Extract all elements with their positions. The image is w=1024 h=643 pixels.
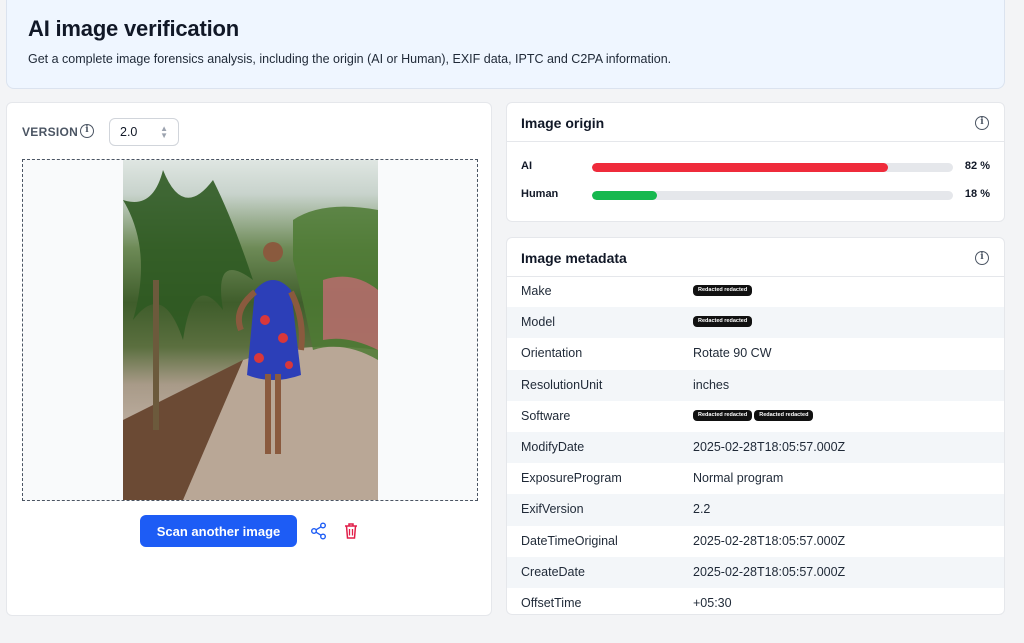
metadata-value: Redacted redacted bbox=[693, 315, 753, 329]
metadata-value: 2025-02-28T18:05:57.000Z bbox=[693, 533, 846, 548]
metadata-value: 2025-02-28T18:05:57.000Z bbox=[693, 439, 846, 454]
origin-row-human: Human 18 % bbox=[521, 187, 990, 203]
image-dropzone[interactable] bbox=[22, 159, 478, 501]
info-icon[interactable]: i bbox=[975, 251, 989, 265]
image-origin-card: Image origin i AI 82 % Human 18 % bbox=[506, 102, 1005, 222]
metadata-key: Model bbox=[521, 315, 556, 330]
metadata-key: ModifyDate bbox=[521, 439, 585, 454]
redacted-badge: Redacted redacted bbox=[693, 316, 753, 328]
metadata-key: DateTimeOriginal bbox=[521, 533, 618, 548]
metadata-value: Normal program bbox=[693, 471, 784, 486]
image-metadata-card: Image metadata i Make Redacted redacted Mo… bbox=[506, 237, 1005, 615]
version-label: VERSION bbox=[22, 125, 79, 139]
scan-another-image-button[interactable]: Scan another image bbox=[140, 515, 297, 547]
metadata-row: ResolutionUnit inches bbox=[507, 369, 1004, 401]
origin-bar-fill bbox=[592, 191, 657, 200]
metadata-row: ExposureProgram Normal program bbox=[507, 463, 1004, 494]
divider bbox=[507, 141, 1004, 142]
metadata-key: OffsetTime bbox=[521, 595, 582, 610]
info-icon[interactable]: i bbox=[80, 124, 94, 138]
origin-bar-track bbox=[592, 191, 953, 200]
page-subtitle: Get a complete image forensics analysis,… bbox=[28, 52, 672, 66]
metadata-row: CreateDate 2025-02-28T18:05:57.000Z bbox=[507, 556, 1004, 588]
metadata-key: ExifVersion bbox=[521, 502, 584, 517]
version-select[interactable]: 2.0 ▲ ▼ bbox=[109, 118, 179, 146]
metadata-key: Make bbox=[521, 284, 552, 298]
trash-icon[interactable] bbox=[343, 522, 359, 545]
origin-label: AI bbox=[521, 160, 532, 172]
image-metadata-title: Image metadata bbox=[521, 250, 627, 266]
chevron-up-down-icon: ▲ ▼ bbox=[160, 124, 168, 140]
image-origin-title: Image origin bbox=[521, 115, 605, 131]
origin-bar-track bbox=[592, 163, 953, 172]
info-icon[interactable]: i bbox=[975, 116, 989, 130]
photo-illustration bbox=[123, 170, 378, 500]
metadata-row: Model Redacted redacted bbox=[507, 307, 1004, 339]
origin-bar-fill bbox=[592, 163, 889, 172]
metadata-value: 2025-02-28T18:05:57.000Z bbox=[693, 564, 846, 579]
metadata-row: OffsetTime +05:30 bbox=[507, 588, 1004, 614]
metadata-row: DateTimeOriginal 2025-02-28T18:05:57.000Z bbox=[507, 526, 1004, 557]
redacted-badge: Redacted redacted bbox=[693, 409, 753, 421]
metadata-table: Make Redacted redacted Model Redacted redac… bbox=[507, 276, 1004, 614]
metadata-value: Rotate 90 CW bbox=[693, 346, 772, 361]
metadata-row: ModifyDate 2025-02-28T18:05:57.000Z bbox=[507, 431, 1004, 464]
metadata-key: ResolutionUnit bbox=[521, 377, 603, 392]
share-icon[interactable] bbox=[310, 522, 328, 545]
redacted-badge: Redacted redacted bbox=[693, 285, 753, 297]
origin-percent: 82 % bbox=[964, 160, 990, 172]
uploaded-image bbox=[123, 160, 378, 500]
metadata-value: inches bbox=[693, 377, 730, 392]
metadata-key: Orientation bbox=[521, 346, 583, 361]
origin-row-ai: AI 82 % bbox=[521, 159, 990, 175]
metadata-key: CreateDate bbox=[521, 564, 585, 579]
metadata-value: Redacted redacted bbox=[693, 284, 753, 298]
metadata-row: Software Redacted redacted Redacted redact… bbox=[507, 401, 1004, 432]
page-title: AI image verification bbox=[28, 16, 239, 41]
metadata-value: 2.2 bbox=[693, 502, 711, 517]
metadata-row: Orientation Rotate 90 CW bbox=[507, 338, 1004, 369]
metadata-key: Software bbox=[521, 408, 571, 423]
metadata-row: Make Redacted redacted bbox=[507, 276, 1004, 307]
version-value: 2.0 bbox=[120, 125, 138, 139]
origin-percent: 18 % bbox=[964, 188, 990, 200]
metadata-value: +05:30 bbox=[693, 595, 732, 610]
metadata-value: Redacted redacted Redacted redacted bbox=[693, 409, 814, 423]
metadata-key: ExposureProgram bbox=[521, 471, 622, 486]
redacted-badge: Redacted redacted bbox=[754, 409, 814, 421]
page-header: AI image verification Get a complete ima… bbox=[6, 0, 1005, 89]
metadata-row: ExifVersion 2.2 bbox=[507, 494, 1004, 526]
origin-label: Human bbox=[521, 188, 559, 200]
upload-panel: VERSION i 2.0 ▲ ▼ Scan another image bbox=[6, 102, 492, 616]
